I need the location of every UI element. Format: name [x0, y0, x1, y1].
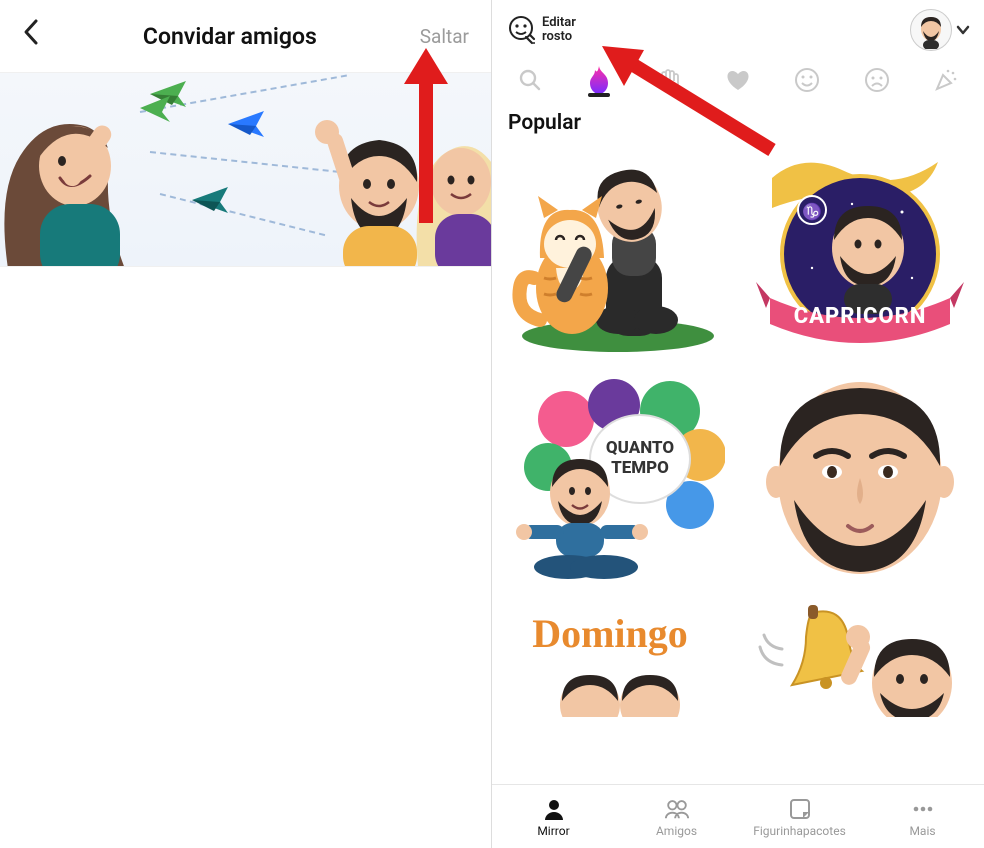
nav-label: Figurinhapacotes	[753, 824, 846, 838]
nav-amigos[interactable]: Amigos	[615, 796, 738, 838]
tab-sad[interactable]	[849, 57, 905, 103]
nav-figurinhas[interactable]: Figurinhapacotes	[738, 796, 861, 838]
tab-party[interactable]	[918, 57, 974, 103]
profile-avatar	[910, 9, 952, 51]
sticker-quanto-tempo[interactable]: QUANTO TEMPO	[502, 370, 732, 585]
tab-search[interactable]	[502, 57, 558, 103]
sticker-grid: ♑ CAPRICORN	[492, 143, 984, 777]
section-title: Popular	[492, 105, 984, 143]
avatar-woman-illustration	[0, 86, 170, 267]
category-tabs	[492, 55, 984, 105]
paper-plane-icon	[190, 185, 230, 215]
svg-text:♑: ♑	[802, 202, 822, 221]
search-icon	[518, 68, 542, 92]
paper-plane-icon	[226, 109, 266, 139]
header: Convidar amigos Saltar	[0, 0, 491, 72]
header: Editar rosto	[492, 0, 984, 55]
sticker-scroll-area[interactable]: Popular	[492, 105, 984, 784]
face-edit-icon	[506, 15, 536, 45]
bottom-nav: Mirror Amigos Figurinhapacotes Mais	[492, 784, 984, 848]
smile-face-icon	[794, 67, 820, 93]
people-icon	[664, 796, 690, 822]
page-title: Convidar amigos	[143, 23, 317, 50]
nav-label: Mirror	[537, 824, 569, 838]
nav-mirror[interactable]: Mirror	[492, 796, 615, 838]
heart-icon	[725, 68, 751, 92]
avatar-couple-illustration	[301, 96, 491, 267]
nav-label: Mais	[909, 824, 935, 838]
sticker-cat[interactable]	[502, 143, 732, 358]
sticker-capricorn[interactable]: ♑ CAPRICORN	[744, 143, 974, 358]
hero-illustration	[0, 72, 491, 267]
sticker-text-line2: TEMPO	[611, 458, 669, 478]
tab-smile[interactable]	[779, 57, 835, 103]
skip-button[interactable]: Saltar	[420, 25, 469, 48]
edit-face-label: Editar rosto	[542, 16, 576, 44]
chevron-down-icon	[956, 20, 970, 39]
sticker-text: Domingo	[532, 611, 688, 656]
tab-hot[interactable]	[571, 57, 627, 103]
sad-face-icon	[864, 67, 890, 93]
more-icon	[910, 796, 936, 822]
person-icon	[541, 796, 567, 822]
tab-wave[interactable]	[641, 57, 697, 103]
tab-heart[interactable]	[710, 57, 766, 103]
sticker-face[interactable]	[744, 370, 974, 585]
sticker-pack-icon	[787, 796, 813, 822]
screen-invite-friends: Convidar amigos Saltar	[0, 0, 492, 848]
flame-icon	[586, 65, 612, 95]
profile-selector[interactable]	[910, 9, 970, 51]
sticker-bell[interactable]	[744, 597, 974, 717]
sticker-text-line1: QUANTO	[605, 438, 673, 458]
sticker-domingo[interactable]: Domingo	[502, 597, 732, 717]
edit-face-button[interactable]: Editar rosto	[506, 15, 576, 45]
wave-hand-icon	[656, 67, 682, 93]
nav-mais[interactable]: Mais	[861, 796, 984, 838]
back-button[interactable]	[22, 18, 40, 54]
nav-label: Amigos	[656, 824, 697, 838]
screen-sticker-gallery: Editar rosto	[492, 0, 984, 848]
party-icon	[933, 67, 959, 93]
sticker-text: CAPRICORN	[793, 304, 926, 329]
